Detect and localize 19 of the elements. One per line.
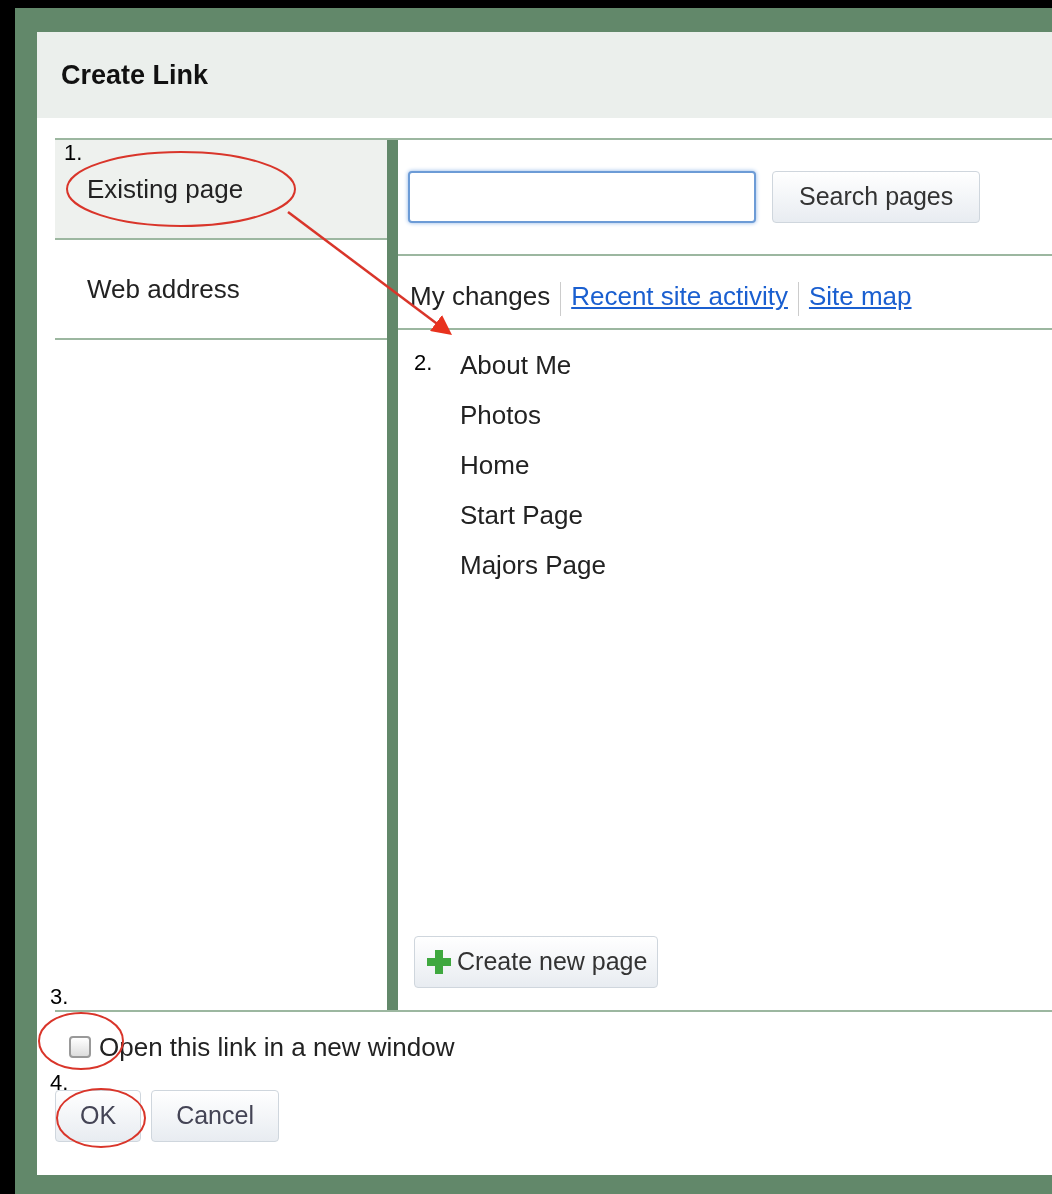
page-list-item[interactable]: About Me [460, 340, 1052, 390]
step-number: 1. [64, 142, 83, 164]
page-list-item[interactable]: Majors Page [460, 540, 1052, 590]
tab[interactable]: My changes [410, 277, 551, 316]
cancel-button[interactable]: Cancel [151, 1090, 279, 1142]
dialog-title: Create Link [61, 58, 209, 92]
tab-link[interactable]: Recent site activity [571, 277, 788, 316]
ok-button[interactable]: OK [55, 1090, 142, 1142]
tab-link[interactable]: Site map [808, 277, 912, 316]
page-list-item[interactable]: Home [460, 440, 1052, 490]
plus-icon [425, 948, 453, 976]
step-number: 3. [50, 986, 69, 1008]
search-button[interactable]: Search pages [772, 171, 981, 223]
create-page-button[interactable]: Create new page [414, 936, 659, 988]
checkbox[interactable] [69, 1036, 91, 1058]
page-list-item[interactable]: Start Page [460, 490, 1052, 540]
page-list-item[interactable]: Photos [460, 390, 1052, 440]
step-number: 2. [414, 352, 433, 374]
search-field[interactable] [408, 171, 756, 223]
